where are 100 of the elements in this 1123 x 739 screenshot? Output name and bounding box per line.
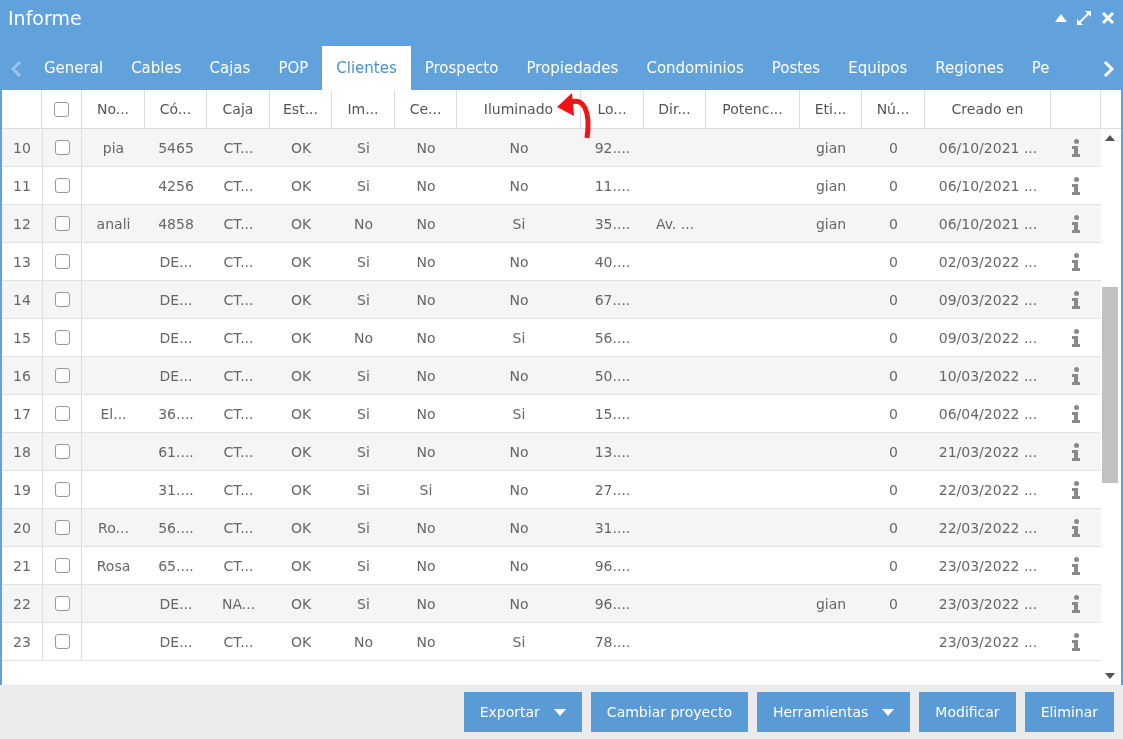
info-icon[interactable] <box>1072 518 1080 537</box>
column-header[interactable]: Est... <box>283 101 318 117</box>
tab[interactable]: Clientes <box>322 46 411 90</box>
column-header[interactable]: Nú... <box>876 101 910 117</box>
collapse-icon[interactable] <box>1055 14 1067 22</box>
column-header[interactable]: Eti... <box>814 101 847 117</box>
table-cell: 31.... <box>594 519 631 536</box>
info-icon[interactable] <box>1072 442 1080 461</box>
table-cell: anali <box>96 215 131 232</box>
info-icon[interactable] <box>1072 290 1080 309</box>
column-header[interactable]: Có... <box>159 101 192 117</box>
column-header[interactable]: Creado en <box>951 101 1024 117</box>
column-header[interactable]: Ce... <box>409 101 442 117</box>
tab[interactable]: Propiedades <box>512 46 633 90</box>
action-button[interactable]: Modificar <box>919 692 1016 732</box>
table-cell: 09/03/2022 ... <box>938 329 1038 346</box>
row-checkbox[interactable] <box>54 406 70 421</box>
table-cell: Si <box>512 633 526 650</box>
info-icon[interactable] <box>1072 366 1080 385</box>
table-cell: OK <box>290 633 312 650</box>
table-cell: No <box>416 595 436 612</box>
row-checkbox[interactable] <box>54 482 70 497</box>
column-header[interactable]: Potenc... <box>722 101 783 117</box>
column-header[interactable]: Im... <box>347 101 379 117</box>
column-header[interactable]: Dir... <box>658 101 691 117</box>
action-button[interactable]: Eliminar <box>1024 692 1114 732</box>
table-cell: CT... <box>223 329 254 346</box>
info-icon[interactable] <box>1072 632 1080 651</box>
scroll-up-icon[interactable] <box>1105 135 1115 141</box>
row-checkbox[interactable] <box>54 596 70 611</box>
caret-icon <box>882 708 895 716</box>
table-cell: OK <box>290 481 312 498</box>
action-button[interactable]: Cambiar proyecto <box>590 692 748 732</box>
table-cell: 50.... <box>594 367 631 384</box>
table-cell: No <box>416 177 436 194</box>
row-checkbox[interactable] <box>54 444 70 459</box>
info-icon[interactable] <box>1072 328 1080 347</box>
info-icon[interactable] <box>1072 176 1080 195</box>
scroll-down-icon[interactable] <box>1105 673 1115 679</box>
row-checkbox[interactable] <box>54 254 70 269</box>
table-cell: CT... <box>223 557 254 574</box>
row-checkbox[interactable] <box>54 558 70 573</box>
table-cell: Si <box>357 519 370 536</box>
row-number: 22 <box>13 595 31 612</box>
expand-icon[interactable] <box>1075 9 1093 27</box>
tab[interactable]: POP <box>264 46 323 90</box>
table-cell: OK <box>290 443 312 460</box>
tab[interactable]: Pe <box>1017 46 1064 90</box>
row-checkbox[interactable] <box>54 216 70 231</box>
tab[interactable]: Cajas <box>195 46 265 90</box>
table-cell: No <box>509 481 529 498</box>
table-cell: No <box>353 215 373 232</box>
chevron-left-icon[interactable] <box>10 60 22 78</box>
row-checkbox[interactable] <box>54 634 70 649</box>
table-cell: Si <box>357 291 370 308</box>
action-button[interactable]: Exportar <box>463 692 582 732</box>
action-button[interactable]: Herramientas <box>756 692 911 732</box>
column-header[interactable]: Caja <box>222 101 254 117</box>
tab[interactable]: Cables <box>117 46 196 90</box>
info-icon[interactable] <box>1072 480 1080 499</box>
row-checkbox[interactable] <box>54 520 70 535</box>
table-cell: 21/03/2022 ... <box>938 443 1038 460</box>
table-cell: No <box>416 329 436 346</box>
row-checkbox[interactable] <box>54 330 70 345</box>
column-header[interactable]: Iluminado <box>483 101 554 117</box>
info-icon[interactable] <box>1072 404 1080 423</box>
tab[interactable]: Regiones <box>921 46 1018 90</box>
chevron-right-icon[interactable] <box>1103 60 1115 78</box>
info-icon[interactable] <box>1072 214 1080 233</box>
info-icon[interactable] <box>1072 252 1080 271</box>
tab[interactable]: Equipos <box>834 46 922 90</box>
row-number: 12 <box>13 215 31 232</box>
table-cell: DE... <box>159 329 193 346</box>
row-number: 16 <box>13 367 31 384</box>
row-checkbox[interactable] <box>54 140 70 155</box>
table-cell: Si <box>357 139 370 156</box>
close-icon[interactable] <box>1101 11 1115 25</box>
scrollbar-thumb[interactable] <box>1102 287 1118 483</box>
info-icon[interactable] <box>1072 556 1080 575</box>
tab[interactable]: Condominios <box>632 46 758 90</box>
table-cell: 40.... <box>594 253 631 270</box>
table-cell: 0 <box>889 139 898 156</box>
row-checkbox[interactable] <box>54 178 70 193</box>
column-header[interactable]: No... <box>96 101 130 117</box>
info-icon[interactable] <box>1072 138 1080 157</box>
info-icon[interactable] <box>1072 594 1080 613</box>
table-cell: 31.... <box>158 481 194 498</box>
tab[interactable]: General <box>30 46 118 90</box>
column-header[interactable]: Lo... <box>597 101 627 117</box>
tab[interactable]: Prospecto <box>410 46 513 90</box>
row-number: 21 <box>13 557 31 574</box>
table-cell: 23/03/2022 ... <box>938 633 1038 650</box>
table-cell: OK <box>290 291 312 308</box>
row-checkbox[interactable] <box>54 292 70 307</box>
tab[interactable]: Postes <box>757 46 835 90</box>
table-cell: No <box>416 139 436 156</box>
select-all-checkbox[interactable] <box>54 101 69 117</box>
table-cell: 96.... <box>594 595 631 612</box>
table-cell: OK <box>290 595 312 612</box>
row-checkbox[interactable] <box>54 368 70 383</box>
